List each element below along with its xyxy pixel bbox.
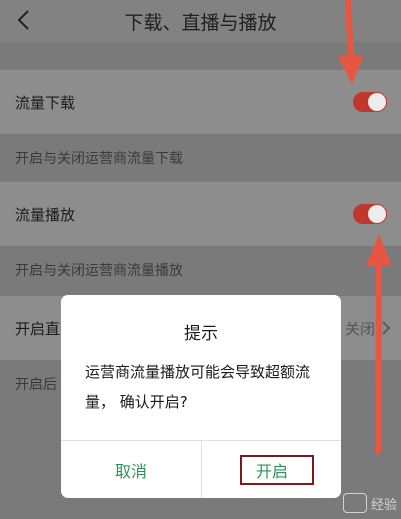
playback-toggle[interactable] xyxy=(353,204,387,224)
download-label: 流量下载 xyxy=(15,94,76,112)
confirm-dialog: 提示 运营商流量播放可能会导致超额流量， 确认开启? 取消 开启 xyxy=(61,295,341,498)
download-description-area: 开启与关闭运营商流量下载 xyxy=(0,134,401,182)
playback-description: 开启与关闭运营商流量播放 xyxy=(15,263,183,279)
bottom-arrow-icon xyxy=(366,234,392,454)
download-description: 开启与关闭运营商流量下载 xyxy=(15,151,183,167)
playback-label: 流量播放 xyxy=(15,206,76,224)
toggle-knob xyxy=(368,205,386,223)
toggle-knob xyxy=(368,93,386,111)
highlight-box xyxy=(240,455,314,485)
top-arrow-icon xyxy=(338,0,364,84)
watermark-text: 经验 xyxy=(370,497,397,513)
download-toggle[interactable] xyxy=(353,92,387,112)
setting-row-playback[interactable]: 流量播放 xyxy=(0,182,401,246)
live-label: 开启直 xyxy=(15,320,61,338)
dialog-title: 提示 xyxy=(184,324,218,344)
cancel-button[interactable]: 取消 xyxy=(61,441,201,498)
live-description: 开启后 xyxy=(15,377,57,393)
watermark: 经验 xyxy=(342,493,397,513)
watermark-logo-icon xyxy=(342,493,367,513)
playback-description-area: 开启与关闭运营商流量播放 xyxy=(0,246,401,296)
dialog-message: 运营商流量播放可能会导致超额流量， 确认开启? xyxy=(85,363,311,411)
